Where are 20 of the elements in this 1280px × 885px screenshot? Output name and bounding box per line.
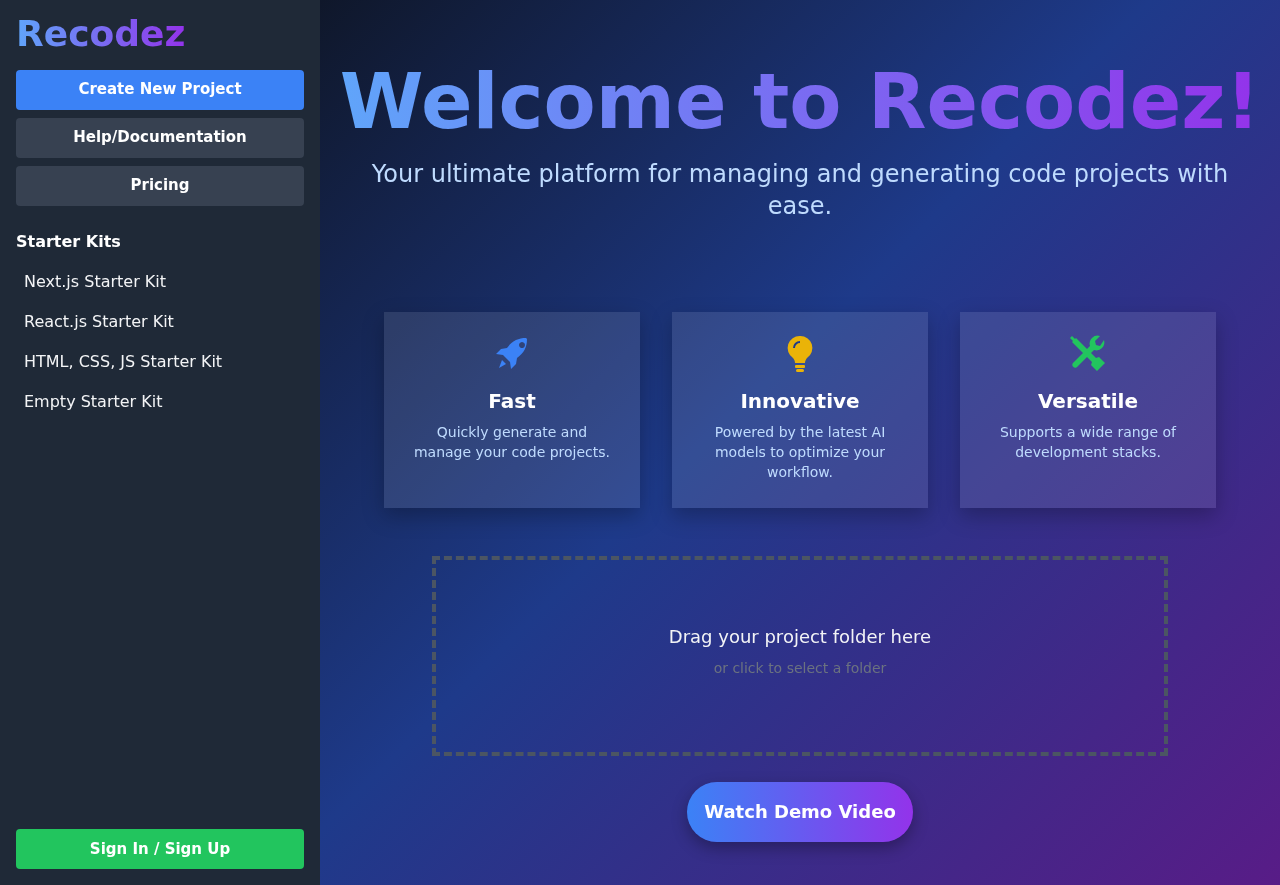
starter-kit-link[interactable]: React.js Starter Kit	[16, 301, 182, 342]
sidebar-button[interactable]: Help/Documentation	[16, 117, 304, 158]
dropzone-title: Drag your project folder here	[668, 624, 932, 649]
sidebar-button[interactable]: Pricing	[16, 165, 304, 206]
feature-description: Powered by the latest AI models to optimize your workflow.	[713, 422, 887, 482]
section-title: Starter Kits	[16, 230, 122, 253]
starter-kit-link[interactable]: Empty Starter Kit	[16, 381, 171, 422]
feature-title: Innovative	[740, 387, 860, 415]
starter-kit-link[interactable]: HTML, CSS, JS Starter Kit	[16, 341, 231, 382]
hero-subtitle: Your ultimate platform for managing and generating code projects with ease.	[370, 159, 1230, 222]
feature-description: Quickly generate and manage your code projects.	[412, 422, 612, 462]
feature-description: Supports a wide range of development stacks.	[998, 422, 1178, 462]
demo-video-button[interactable]: Watch Demo Video	[687, 781, 913, 842]
dropzone-hint: or click to select a folder	[713, 658, 887, 678]
starter-kit-link[interactable]: Next.js Starter Kit	[16, 261, 175, 302]
feature-title: Versatile	[1037, 387, 1139, 415]
sidebar-button[interactable]: Create New Project	[16, 69, 304, 110]
feature-title: Fast	[488, 387, 536, 415]
dropzone[interactable]: Drag your project folder here or click to select a folder	[432, 555, 1168, 756]
tools-icon	[1068, 333, 1108, 374]
